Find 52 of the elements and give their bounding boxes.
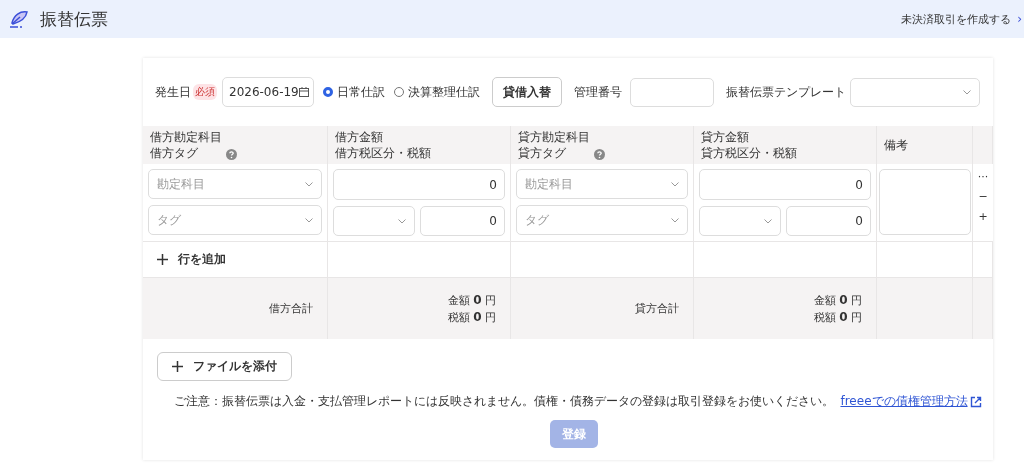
amount-field[interactable]: 0 xyxy=(333,169,505,200)
create-unsettled-link[interactable]: 未決済取引を作成する xyxy=(901,11,1012,27)
notice-text: ご注意：振替伝票は入金・支払管理レポートには反映されません。債権・債務データの登録は取引登録をお使いください。 xyxy=(174,393,835,410)
amount-field[interactable]: 0 xyxy=(699,169,871,200)
number-field[interactable] xyxy=(630,77,714,107)
plus-icon xyxy=(172,361,183,372)
row-action-button[interactable]: + xyxy=(978,206,988,226)
chevron-down-icon xyxy=(305,217,313,223)
tax-select[interactable] xyxy=(699,206,781,236)
chevron-down-icon xyxy=(671,217,679,223)
memo-textarea[interactable] xyxy=(879,169,971,235)
date-label: 発生日 xyxy=(155,83,191,101)
column-title: 備考 xyxy=(884,137,908,153)
number-label: 管理番号 xyxy=(574,83,622,101)
calendar-icon xyxy=(299,87,309,97)
page-title: 振替伝票 xyxy=(40,7,108,31)
help-icon[interactable] xyxy=(226,149,237,160)
total-amount: 金額 0 円 xyxy=(447,292,496,308)
row-action-button[interactable]: − xyxy=(978,186,988,206)
total-amount: 金額 0 円 xyxy=(813,292,862,308)
attach-file-button[interactable]: ファイルを添付 xyxy=(157,352,292,381)
tax-field[interactable]: 0 xyxy=(786,206,871,236)
column-title: 貸方勘定科目 貸方タグ xyxy=(518,129,590,161)
required-badge: 必須 xyxy=(193,84,217,100)
column-title: 借方勘定科目 借方タグ xyxy=(150,129,222,161)
chevron-text: › xyxy=(1017,12,1022,26)
external-link-icon xyxy=(969,395,982,408)
total-label: 借方合計 xyxy=(269,301,313,316)
chevron-down-icon xyxy=(671,181,679,187)
chevron-down-icon xyxy=(764,218,772,224)
plus-icon xyxy=(157,254,168,265)
column-title: 借方金額 借方税区分・税額 xyxy=(335,129,431,161)
template-select[interactable] xyxy=(850,77,980,107)
total-tax: 税額 0 円 xyxy=(447,309,496,325)
add-row-button[interactable]: 行を追加 xyxy=(157,251,226,268)
tax-select[interactable] xyxy=(333,206,415,236)
journal-type-radio[interactable]: 決算整理仕訳 xyxy=(394,83,480,101)
chevron-down-icon xyxy=(305,181,313,187)
date-field[interactable]: 2026-06-19 xyxy=(222,77,314,107)
tax-field[interactable]: 0 xyxy=(420,206,505,236)
journal-type-radio[interactable]: 日常仕訳 xyxy=(323,83,385,101)
column-title: 貸方金額 貸方税区分・税額 xyxy=(701,129,797,161)
pen-icon xyxy=(8,9,30,29)
help-link[interactable]: freeeでの債権管理方法 xyxy=(840,393,968,410)
swap-button[interactable]: 貸借入替 xyxy=(492,77,562,107)
total-label: 貸方合計 xyxy=(635,301,679,316)
row-action-button[interactable]: ··· xyxy=(977,166,989,186)
chevron-down-icon xyxy=(398,218,406,224)
help-icon[interactable] xyxy=(594,149,605,160)
chevron-down-icon xyxy=(963,89,971,95)
template-label: 振替伝票テンプレート xyxy=(726,83,846,101)
total-tax: 税額 0 円 xyxy=(813,309,862,325)
